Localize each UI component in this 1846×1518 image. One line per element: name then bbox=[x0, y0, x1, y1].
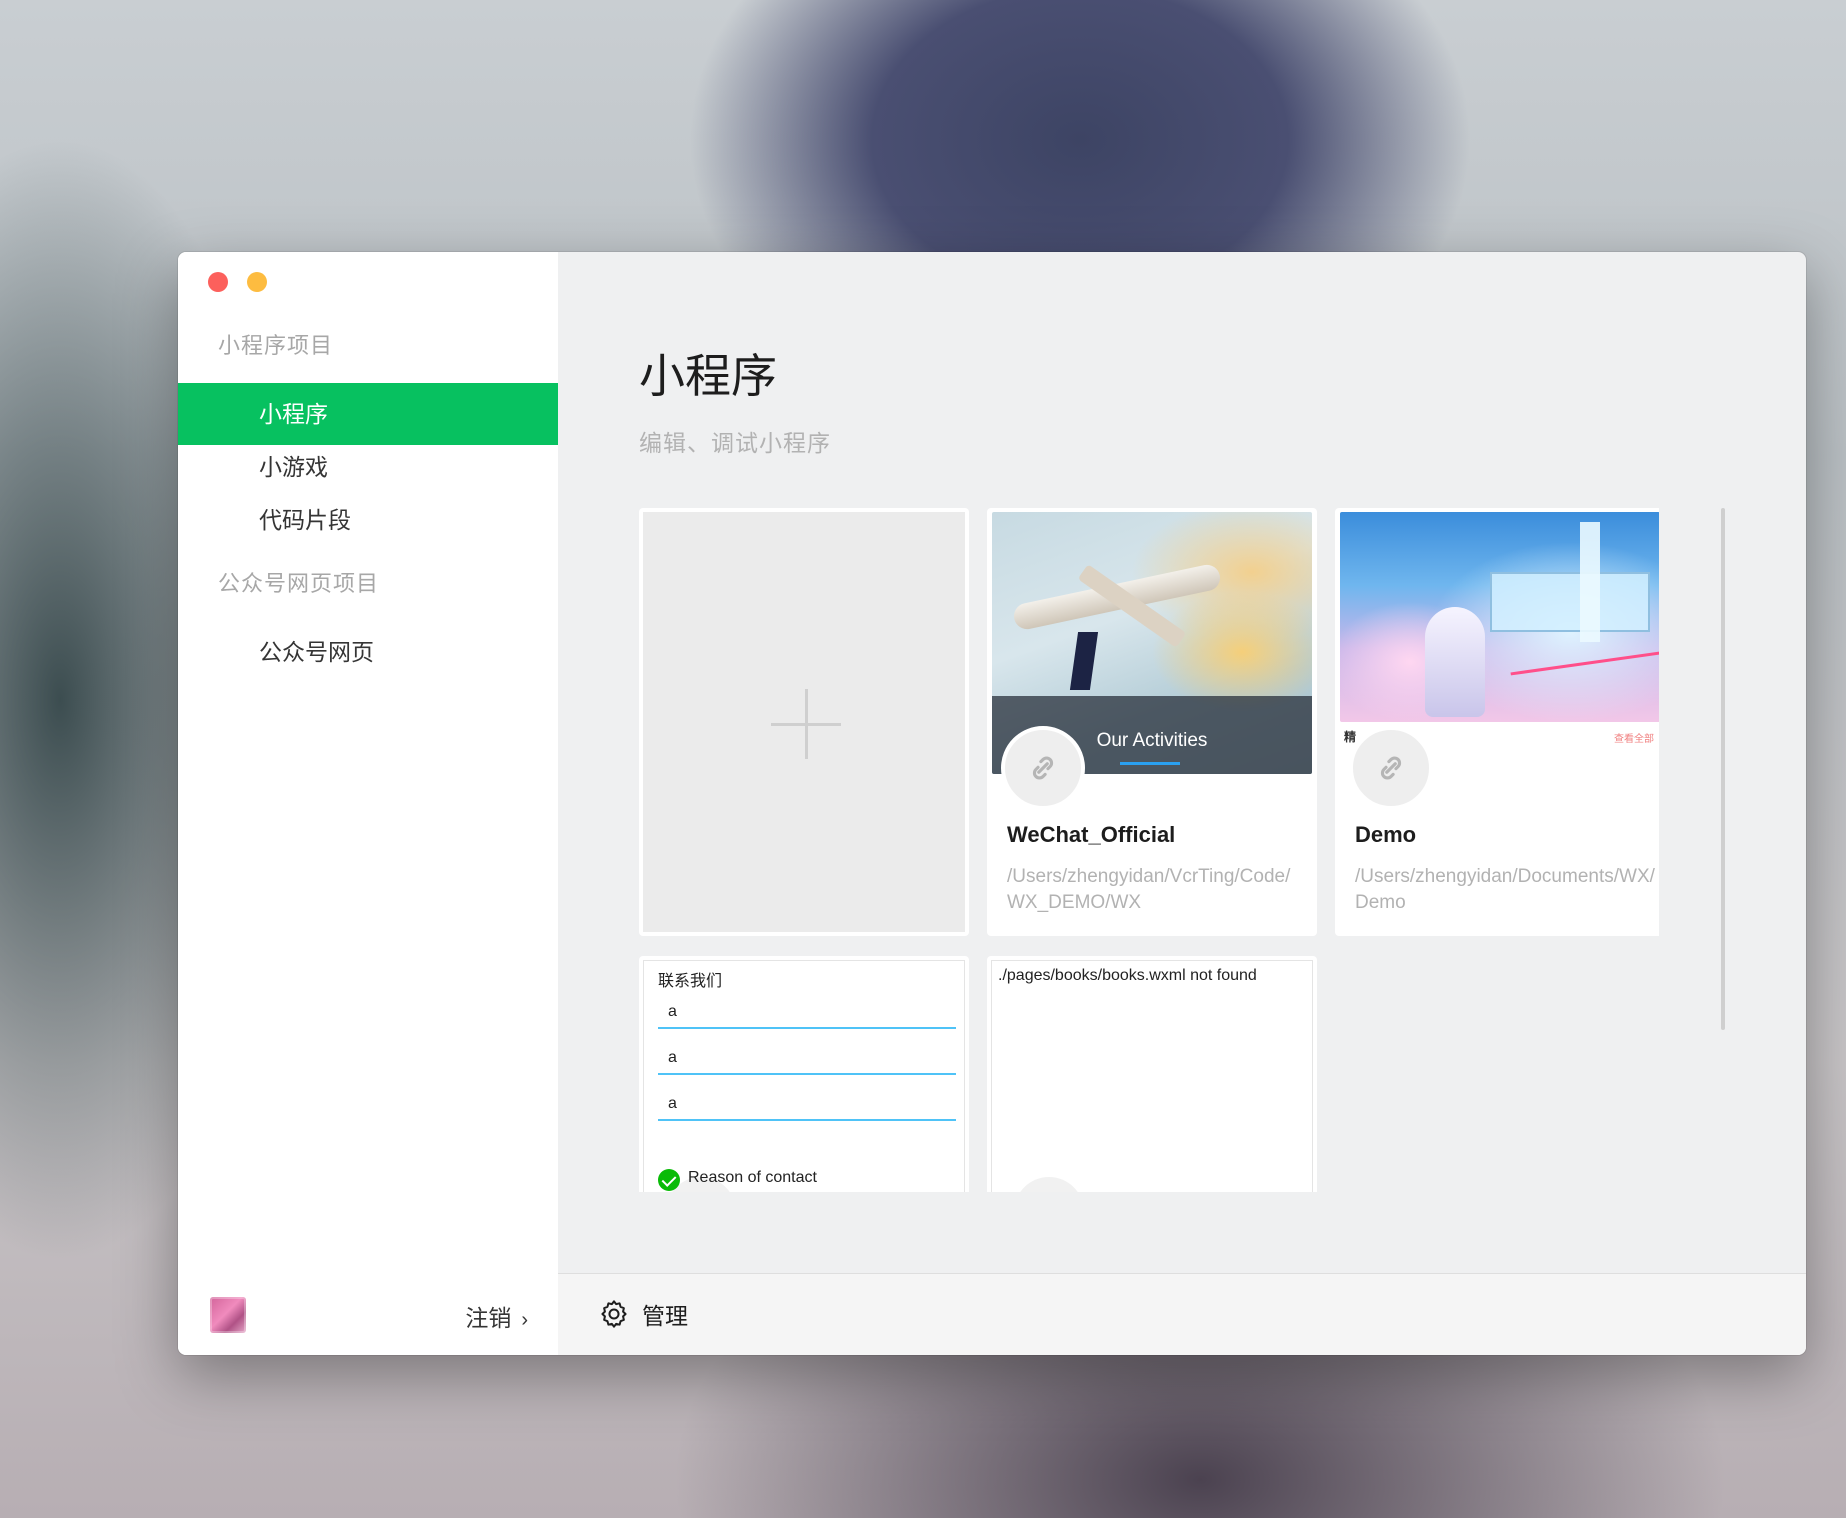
caption-underline bbox=[1120, 762, 1180, 765]
app-window: 小程序项目 小程序 小游戏 代码片段 公众号网页项目 公众号网页 注销 › 小程序… bbox=[178, 252, 1806, 1355]
page-subtitle: 编辑、调试小程序 bbox=[639, 430, 831, 456]
manage-button[interactable]: 管理 bbox=[598, 1297, 688, 1331]
link-icon bbox=[1032, 756, 1054, 780]
logout-label: 注销 bbox=[465, 1305, 512, 1331]
plane-stand-illustration bbox=[1069, 632, 1099, 690]
project-name: Demo bbox=[1355, 822, 1417, 847]
miniprogram-group-label: 小程序项目 bbox=[218, 333, 334, 358]
logout-button[interactable]: 注销 › bbox=[465, 1299, 528, 1333]
thumbnail-error-message: ./pages/books/books.wxml not found bbox=[998, 967, 1257, 984]
project-name: WeChat_Official bbox=[1007, 822, 1176, 847]
project-card-books[interactable]: ./pages/books/books.wxml not found bbox=[987, 956, 1317, 1192]
project-app-icon bbox=[1349, 726, 1433, 810]
pillar-illustration bbox=[1580, 522, 1600, 642]
contact-reason: Reason of contact bbox=[688, 1169, 817, 1186]
thumbnail-footer-mark: 精 bbox=[1344, 730, 1357, 744]
contact-field: a bbox=[658, 1047, 956, 1075]
contact-field: a bbox=[658, 1093, 956, 1121]
avatar[interactable] bbox=[210, 1297, 246, 1333]
sidebar: 小程序项目 小程序 小游戏 代码片段 公众号网页项目 公众号网页 注销 › bbox=[178, 252, 558, 1355]
project-path: /Users/zhengyidan/Documents/WX/Demo bbox=[1355, 866, 1655, 913]
main-panel: 小程序 编辑、调试小程序 Our Activities WeChat_Offic… bbox=[558, 252, 1806, 1355]
minimize-window-button[interactable] bbox=[247, 272, 267, 292]
project-thumbnail: ./pages/books/books.wxml not found bbox=[991, 960, 1313, 1192]
link-icon bbox=[1380, 756, 1402, 780]
check-icon bbox=[658, 1169, 680, 1191]
character-illustration bbox=[1425, 607, 1485, 717]
thumbnail-view-all: 查看全部 bbox=[1614, 734, 1654, 745]
project-thumbnail: 联系我们 a a a Reason of contact bbox=[643, 960, 965, 1192]
contact-field: a bbox=[658, 1001, 956, 1029]
page-title: 小程序 bbox=[639, 350, 777, 402]
contact-title: 联系我们 bbox=[658, 973, 723, 990]
bottom-bar: 管理 bbox=[558, 1273, 1806, 1355]
project-card-contact[interactable]: 联系我们 a a a Reason of contact bbox=[639, 956, 969, 1192]
official-account-group-label: 公众号网页项目 bbox=[218, 571, 380, 596]
chevron-right-icon: › bbox=[521, 1309, 528, 1331]
building-illustration bbox=[1490, 572, 1650, 632]
new-project-card[interactable] bbox=[639, 508, 969, 936]
project-card-demo[interactable]: 精 查看全部 Demo /Users/zhengyidan/Documents/… bbox=[1335, 508, 1659, 936]
project-grid: Our Activities WeChat_Official /Users/zh… bbox=[639, 508, 1659, 1192]
plus-icon-vertical bbox=[805, 689, 808, 759]
manage-label: 管理 bbox=[642, 1303, 688, 1329]
project-path: /Users/zhengyidan/VcrTing/Code/WX_DEMO/W… bbox=[1007, 866, 1291, 913]
close-window-button[interactable] bbox=[208, 272, 228, 292]
project-app-icon bbox=[1014, 1177, 1084, 1192]
window-controls bbox=[208, 272, 267, 292]
sidebar-item-official-web[interactable]: 公众号网页 bbox=[178, 621, 558, 683]
scrollbar[interactable] bbox=[1721, 508, 1725, 1030]
light-streak-illustration bbox=[1510, 651, 1659, 676]
user-row: 注销 › bbox=[178, 1275, 558, 1355]
sidebar-item-code-snippets[interactable]: 代码片段 bbox=[178, 489, 558, 551]
gear-icon bbox=[601, 1300, 627, 1328]
project-app-icon bbox=[1001, 726, 1085, 810]
project-card-wechat-official[interactable]: Our Activities WeChat_Official /Users/zh… bbox=[987, 508, 1317, 936]
project-thumbnail bbox=[1340, 512, 1659, 722]
new-project-area bbox=[643, 512, 965, 932]
